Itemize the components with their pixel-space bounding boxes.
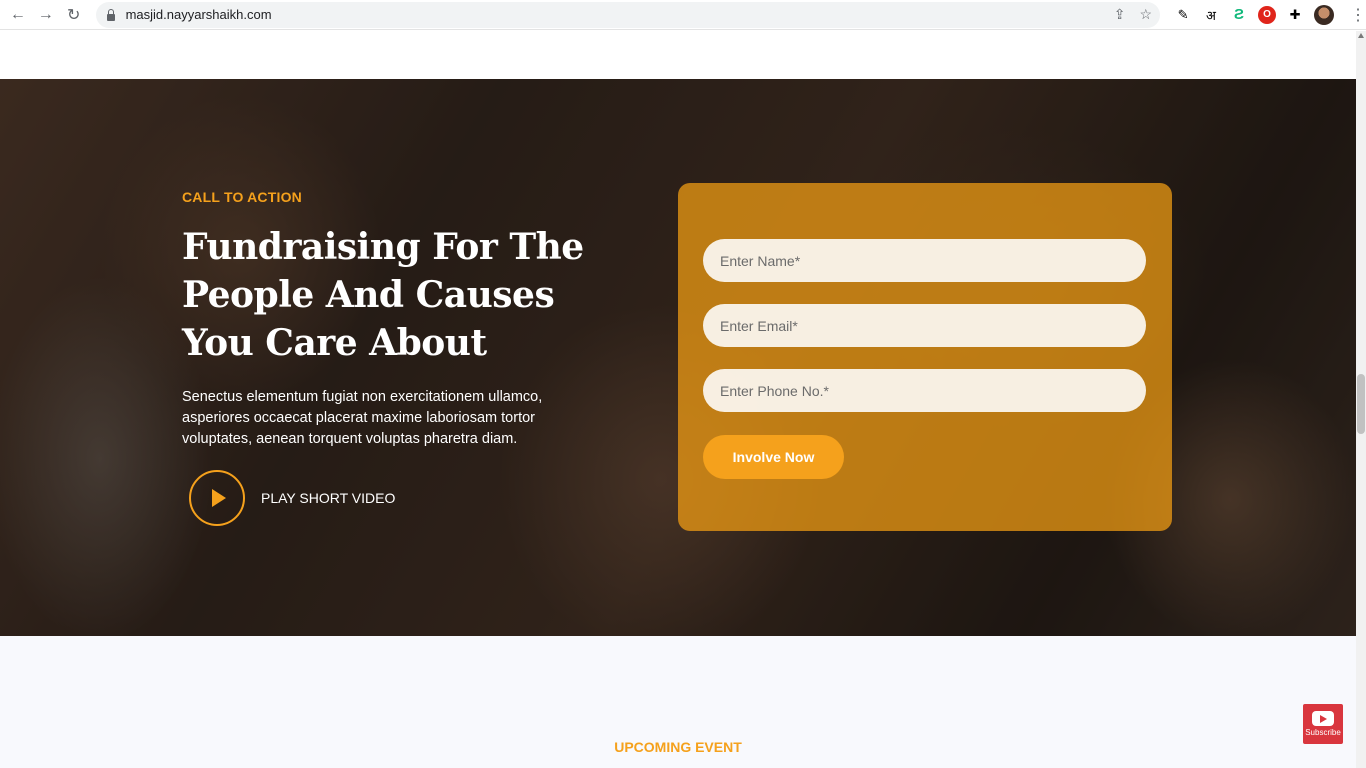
address-bar[interactable]: masjid.nayyarshaikh.com ⇪ ☆ [95, 1, 1161, 28]
url-text: masjid.nayyarshaikh.com [125, 7, 272, 22]
scroll-up-arrow-icon[interactable] [1358, 33, 1364, 38]
section-eyebrow: CALL TO ACTION [182, 189, 302, 205]
subscribe-button[interactable]: Subscribe [1303, 704, 1343, 744]
share-icon[interactable]: ⇪ [1114, 6, 1126, 23]
phone-input[interactable] [703, 369, 1146, 412]
bookmark-star-icon[interactable]: ☆ [1139, 6, 1152, 23]
involve-now-button[interactable]: Involve Now [703, 435, 844, 479]
subscribe-label[interactable]: Subscribe [1305, 728, 1341, 737]
eyedropper-extension-icon[interactable]: ✎ [1174, 6, 1192, 24]
opera-extension-icon[interactable]: O [1258, 5, 1277, 24]
browser-toolbar: ← → ↻ masjid.nayyarshaikh.com ⇪ ☆ ✎ अ Ƨ … [0, 0, 1366, 30]
play-video-button[interactable]: PLAY SHORT VIDEO [189, 470, 395, 526]
upcoming-event-label: UPCOMING EVENT [614, 739, 742, 755]
page-scrollbar[interactable] [1356, 31, 1366, 768]
reload-icon[interactable]: ↻ [60, 1, 88, 29]
involvement-form: Involve Now [678, 183, 1172, 531]
scroll-thumb[interactable] [1357, 374, 1365, 434]
forward-arrow-icon[interactable]: → [32, 1, 60, 29]
play-video-label[interactable]: PLAY SHORT VIDEO [261, 490, 395, 506]
page-content: CALL TO ACTION Fundraising For The Peopl… [0, 31, 1356, 768]
upcoming-event-section: UPCOMING EVENT [0, 636, 1356, 768]
hero-text-block: CALL TO ACTION Fundraising For The Peopl… [182, 189, 632, 450]
puzzle-extensions-icon[interactable]: ✚ [1286, 6, 1304, 24]
hindi-extension-icon[interactable]: अ [1202, 6, 1220, 24]
play-icon [212, 489, 226, 507]
profile-avatar[interactable] [1314, 4, 1335, 25]
menu-kebab-icon[interactable]: ⋮ [1350, 5, 1366, 25]
green-extension-icon[interactable]: Ƨ [1230, 6, 1248, 24]
play-circle[interactable] [189, 470, 245, 526]
youtube-icon [1312, 711, 1334, 726]
name-input[interactable] [703, 239, 1146, 282]
back-arrow-icon[interactable]: ← [4, 1, 32, 29]
call-to-action-section: CALL TO ACTION Fundraising For The Peopl… [0, 79, 1356, 636]
hero-description: Senectus elementum fugiat non exercitati… [182, 389, 543, 447]
hero-headline: Fundraising For The People And Causes Yo… [182, 226, 584, 364]
lock-icon [106, 8, 116, 21]
email-input[interactable] [703, 304, 1146, 347]
